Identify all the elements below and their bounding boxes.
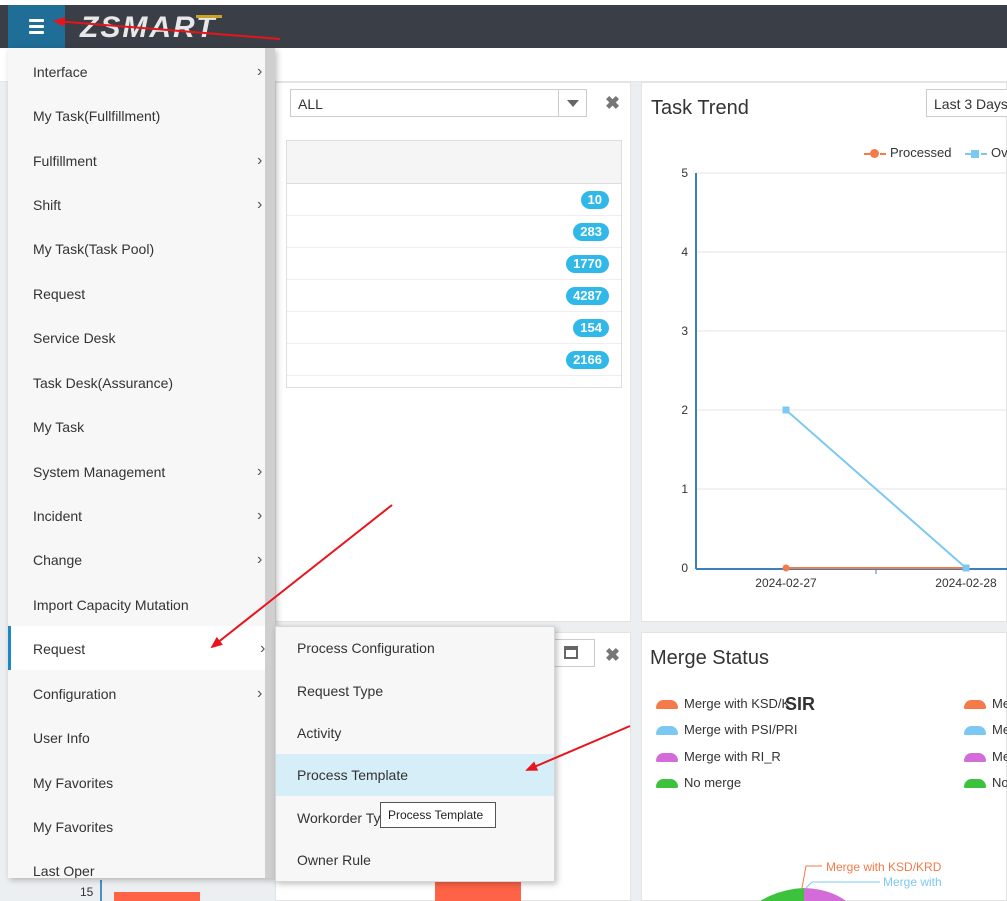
arrow-icon xyxy=(210,504,393,649)
arrow-icon xyxy=(53,16,281,40)
arrow-icon xyxy=(525,725,631,771)
annotation-arrows xyxy=(53,16,631,771)
